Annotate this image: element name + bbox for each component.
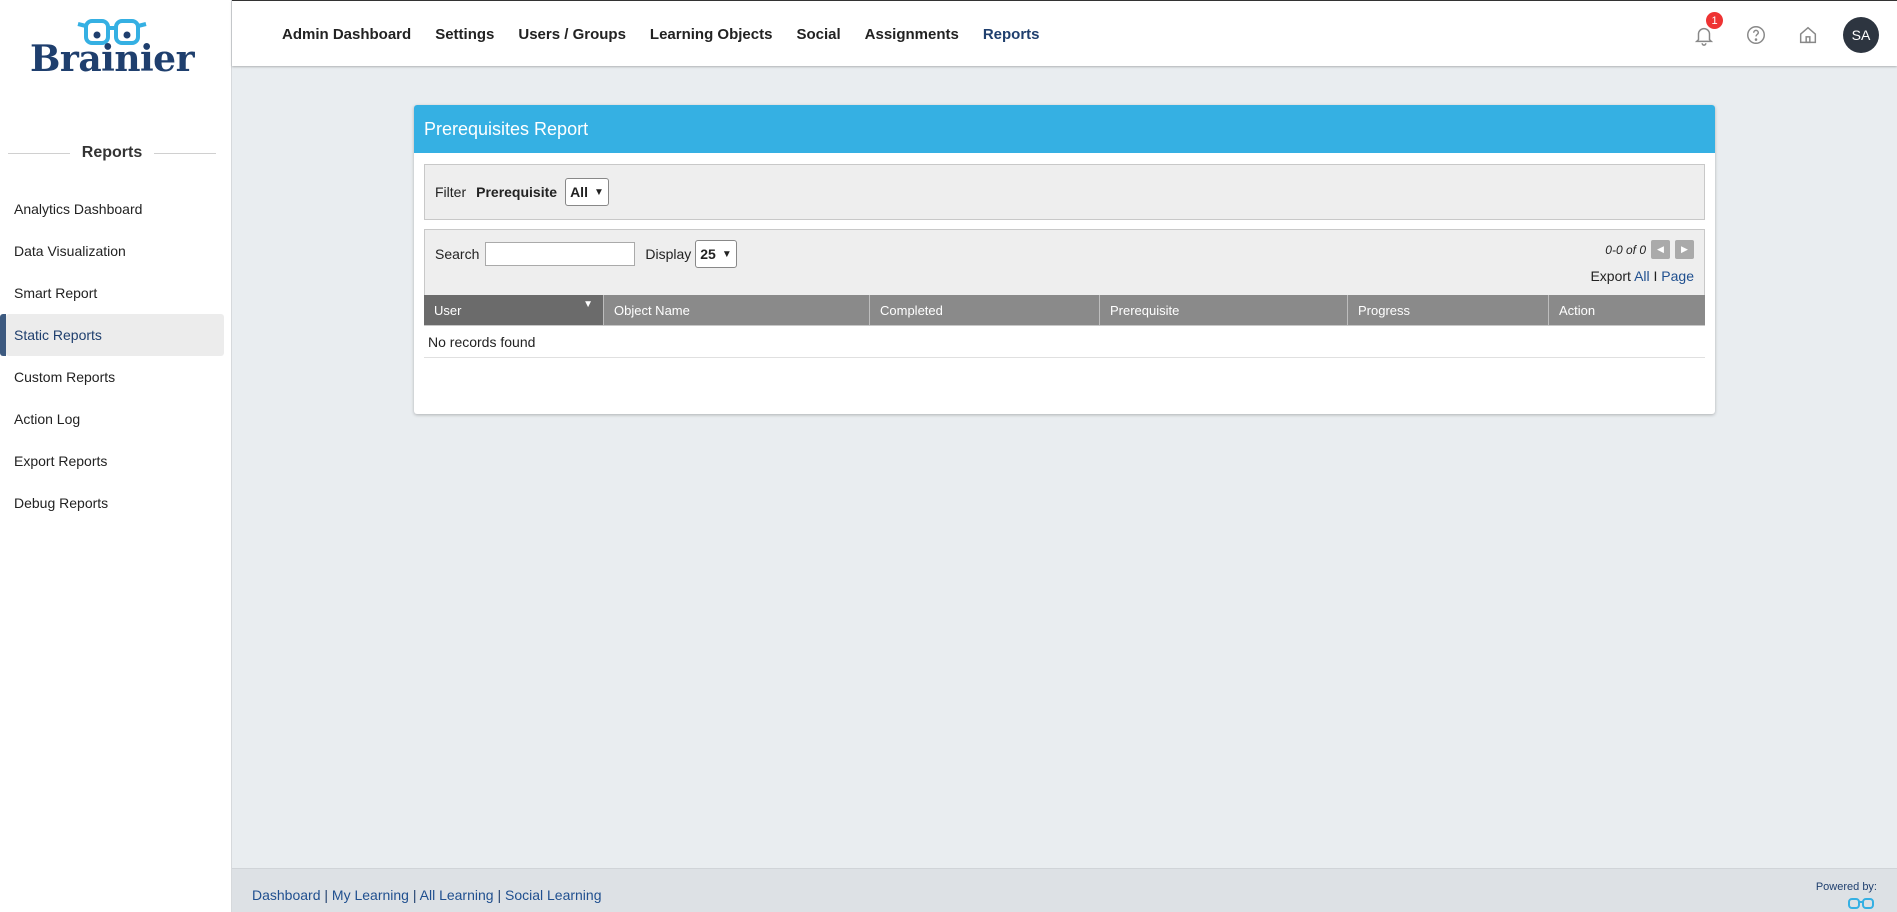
table-header: User ▼ Object Name Completed Prerequisit… (424, 295, 1705, 325)
top-icons: 1 SA (1669, 12, 1879, 53)
powered-by-label: Powered by: (1815, 881, 1877, 893)
export-links: Export All I Page (1590, 268, 1694, 284)
sidebar-item-action-log[interactable]: Action Log (6, 398, 224, 440)
top-nav: Admin Dashboard Settings Users / Groups … (282, 1, 1064, 67)
filter-label: Filter (435, 184, 467, 200)
report-title: Prerequisites Report (414, 105, 1715, 153)
filter-box: Filter Prerequisite All ▼ (424, 164, 1705, 220)
footer: Dashboard | My Learning | All Learning |… (232, 868, 1897, 912)
sidebar-item-debug-reports[interactable]: Debug Reports (6, 482, 224, 524)
sidebar-item-smart-report[interactable]: Smart Report (6, 272, 224, 314)
home-icon[interactable] (1791, 18, 1825, 52)
sort-desc-icon: ▼ (583, 299, 593, 310)
bell-icon[interactable]: 1 (1687, 12, 1723, 52)
display-select[interactable]: 25 ▼ (695, 240, 737, 268)
glasses-icon (1848, 898, 1874, 909)
grid-controls: Search Display 25 ▼ (435, 240, 737, 268)
topnav-reports[interactable]: Reports (983, 26, 1040, 43)
search-label: Search (435, 246, 480, 262)
footer-links: Dashboard | My Learning | All Learning |… (252, 887, 602, 903)
sidebar-item-analytics-dashboard[interactable]: Analytics Dashboard (6, 188, 224, 230)
help-icon[interactable] (1739, 18, 1773, 52)
grid-box: Search Display 25 ▼ 0-0 of 0 ◀ ▶ Export … (424, 229, 1705, 326)
column-header-progress[interactable]: Progress (1348, 295, 1549, 325)
sidebar-nav: Analytics Dashboard Data Visualization S… (0, 188, 232, 524)
logo-wordmark: Brainier (29, 38, 195, 80)
chevron-down-icon: ▼ (721, 248, 732, 260)
sidebar-item-custom-reports[interactable]: Custom Reports (6, 356, 224, 398)
sidebar-item-data-visualization[interactable]: Data Visualization (6, 230, 224, 272)
topnav-settings[interactable]: Settings (435, 26, 494, 43)
top-bar: Admin Dashboard Settings Users / Groups … (232, 0, 1897, 66)
column-header-prerequisite[interactable]: Prerequisite (1100, 295, 1348, 325)
sidebar-section-title: Reports (8, 141, 217, 165)
topnav-admin-dashboard[interactable]: Admin Dashboard (282, 26, 411, 43)
next-page-icon[interactable]: ▶ (1675, 240, 1694, 259)
column-header-object-name[interactable]: Object Name (604, 295, 870, 325)
topnav-users-groups[interactable]: Users / Groups (518, 26, 626, 43)
no-records-message: No records found (424, 326, 1705, 358)
topnav-social[interactable]: Social (796, 26, 840, 43)
search-input[interactable] (485, 242, 636, 266)
column-header-user[interactable]: User ▼ (424, 295, 604, 325)
column-header-completed[interactable]: Completed (870, 295, 1100, 325)
sidebar: Brainier Reports Analytics Dashboard Dat… (0, 0, 232, 912)
footer-link-my-learning[interactable]: My Learning (332, 887, 409, 903)
footer-link-dashboard[interactable]: Dashboard (252, 887, 321, 903)
report-panel: Prerequisites Report Filter Prerequisite… (414, 105, 1715, 414)
brainier-logo[interactable]: Brainier (26, 18, 198, 80)
export-all-link[interactable]: All (1634, 268, 1650, 284)
display-label: Display (645, 246, 692, 262)
notification-badge: 1 (1706, 12, 1723, 29)
chevron-down-icon: ▼ (593, 186, 604, 198)
export-page-link[interactable]: Page (1661, 268, 1694, 284)
sidebar-item-export-reports[interactable]: Export Reports (6, 440, 224, 482)
range-text: 0-0 of 0 (1605, 242, 1646, 257)
footer-link-all-learning[interactable]: All Learning (420, 887, 494, 903)
prerequisite-filter-label: Prerequisite (476, 184, 558, 200)
powered-by-logo (1841, 897, 1881, 912)
column-header-action[interactable]: Action (1549, 295, 1705, 325)
prev-page-icon[interactable]: ◀ (1651, 240, 1670, 259)
sidebar-item-static-reports[interactable]: Static Reports (0, 314, 224, 356)
topnav-assignments[interactable]: Assignments (865, 26, 959, 43)
topnav-learning-objects[interactable]: Learning Objects (650, 26, 773, 43)
footer-link-social-learning[interactable]: Social Learning (505, 887, 602, 903)
avatar[interactable]: SA (1843, 17, 1879, 53)
prerequisite-select[interactable]: All ▼ (565, 178, 609, 206)
pager: 0-0 of 0 ◀ ▶ (1605, 240, 1694, 259)
